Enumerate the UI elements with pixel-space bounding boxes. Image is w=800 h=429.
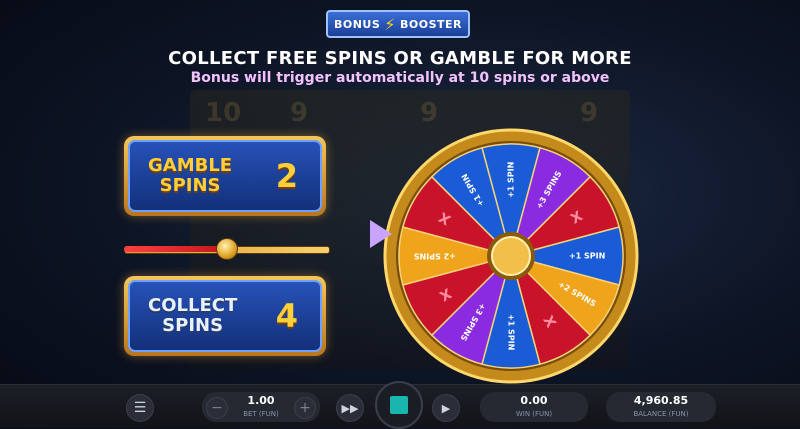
game-logo: BONUS ⚡ BOOSTER bbox=[326, 10, 470, 38]
spin-stop-button[interactable] bbox=[375, 381, 423, 429]
fast-forward-icon: ▶▶ bbox=[341, 401, 359, 415]
plus-icon: + bbox=[299, 400, 311, 416]
gamble-slider[interactable] bbox=[124, 238, 330, 260]
collect-label: COLLECT SPINS bbox=[148, 295, 238, 336]
gamble-label: GAMBLE SPINS bbox=[148, 155, 233, 196]
menu-button[interactable]: ☰ bbox=[126, 394, 154, 422]
wheel-segment-label: +2 SPINS bbox=[414, 252, 456, 261]
ghost-symbol: 9 bbox=[290, 98, 309, 128]
hamburger-icon: ☰ bbox=[133, 400, 147, 416]
gamble-spins-button[interactable]: GAMBLE SPINS 2 bbox=[124, 136, 326, 216]
logo-text-right: BOOSTER bbox=[400, 17, 463, 31]
turbo-button[interactable]: ▶▶ bbox=[336, 394, 364, 422]
gamble-value: 2 bbox=[275, 157, 298, 195]
gamble-panel-inner: GAMBLE SPINS 2 bbox=[128, 140, 322, 212]
lightning-icon: ⚡ bbox=[384, 14, 397, 34]
win-label: WIN (FUN) bbox=[515, 410, 553, 418]
gamble-wheel: +1 SPIN +3 SPINS X +1 SPIN +2 SPINS X +1 SPIN +… bbox=[383, 128, 639, 384]
balance-label: BALANCE (FUN) bbox=[633, 410, 689, 418]
page-subtitle: Bonus will trigger automatically at 10 s… bbox=[190, 70, 610, 86]
ghost-symbol: 9 bbox=[420, 98, 439, 128]
collect-panel-inner: COLLECT SPINS 4 bbox=[128, 280, 322, 352]
wheel-graphic: +1 SPIN +3 SPINSX+1 SPIN+2 SPINSX+1 SPIN+… bbox=[383, 128, 639, 384]
collect-value: 4 bbox=[275, 297, 298, 335]
page-title: COLLECT FREE SPINS OR GAMBLE FOR MORE bbox=[168, 48, 632, 69]
bottom-control-bar: ☰ − 1.00 BET (FUN) + ▶▶ ▶ 0.00 WIN (FUN)… bbox=[0, 381, 800, 429]
play-icon: ▶ bbox=[441, 401, 451, 415]
wheel-segment-label: +1 SPIN bbox=[507, 162, 516, 198]
bet-label: BET (FUN) bbox=[243, 410, 279, 418]
ghost-symbol: 9 bbox=[580, 98, 599, 128]
logo-text-left: BONUS bbox=[333, 17, 381, 31]
bet-value: 1.00 bbox=[247, 394, 275, 407]
minus-icon: − bbox=[211, 400, 223, 416]
balance-value: 4,960.85 bbox=[633, 394, 689, 407]
wheel-hub bbox=[491, 236, 531, 276]
slider-fill bbox=[124, 246, 226, 252]
decrease-bet-button[interactable]: − bbox=[206, 397, 228, 419]
autoplay-button[interactable]: ▶ bbox=[432, 394, 460, 422]
collect-spins-button[interactable]: COLLECT SPINS 4 bbox=[124, 276, 326, 356]
wheel-pointer-icon bbox=[370, 220, 392, 248]
ghost-symbol: 10 bbox=[205, 98, 242, 128]
wheel-segment-label: +1 SPIN bbox=[507, 314, 516, 350]
win-value: 0.00 bbox=[520, 394, 548, 407]
increase-bet-button[interactable]: + bbox=[294, 397, 316, 419]
stop-icon bbox=[390, 396, 408, 414]
slider-handle[interactable] bbox=[216, 238, 238, 260]
wheel-segment-label: +1 SPIN bbox=[569, 252, 605, 261]
